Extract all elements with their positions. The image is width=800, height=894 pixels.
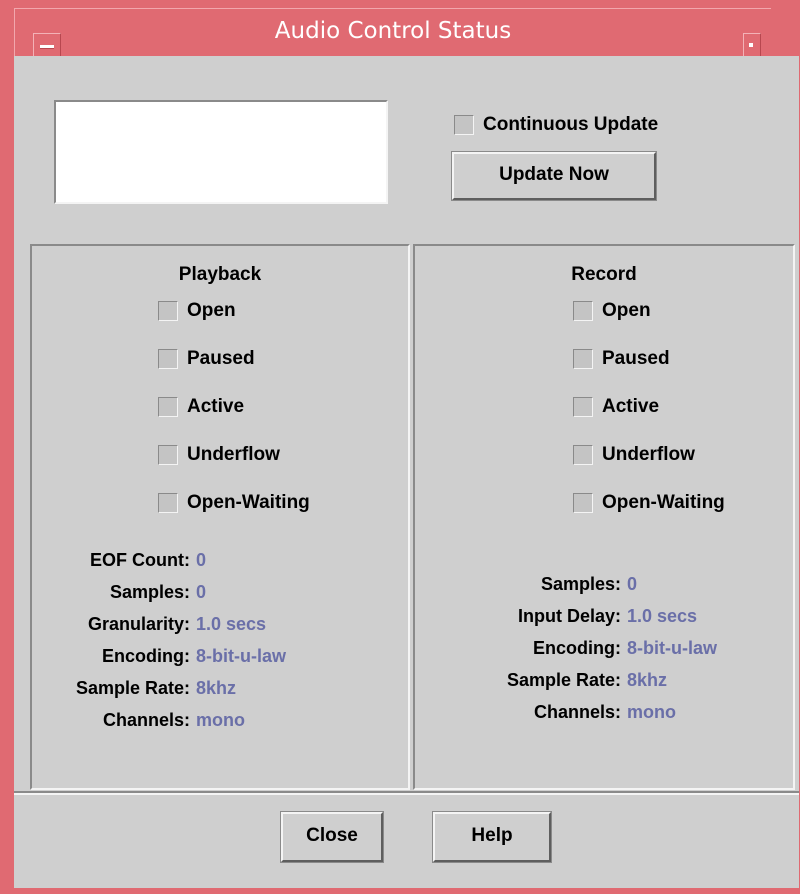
stat-row: Granularity: 1.0 secs — [32, 608, 286, 640]
continuous-update-checkbox[interactable]: Continuous Update — [454, 114, 658, 136]
stat-label: Samples: — [109, 581, 190, 602]
checkbox-label: Paused — [602, 348, 670, 369]
continuous-update-label: Continuous Update — [483, 114, 659, 135]
stat-label: Channels: — [102, 709, 190, 730]
checkbox-label: Open — [602, 300, 651, 321]
footer-divider — [14, 791, 799, 795]
checkbox-box[interactable] — [158, 493, 178, 513]
stat-row: Sample Rate: 8khz — [32, 672, 286, 704]
stat-value: 1.0 secs — [627, 605, 698, 626]
record-stats: Samples: 0 Input Delay: 1.0 secs Encodin… — [415, 568, 717, 728]
checkbox-box[interactable] — [158, 397, 178, 417]
checkbox-label: Active — [602, 396, 660, 417]
checkbox-label: Open-Waiting — [187, 492, 310, 513]
title-bar[interactable]: Audio Control Status — [14, 8, 771, 58]
playback-open-waiting-checkbox[interactable]: Open-Waiting — [158, 492, 310, 514]
stat-value: 0 — [196, 549, 207, 570]
stat-label: Input Delay: — [517, 605, 621, 626]
playback-panel: Playback Open Paused Active Underflow Op… — [30, 244, 410, 790]
playback-open-checkbox[interactable]: Open — [158, 300, 236, 322]
checkbox-box[interactable] — [573, 349, 593, 369]
checkbox-label: Open — [187, 300, 236, 321]
stat-label: Sample Rate: — [75, 677, 190, 698]
stat-label: Channels: — [533, 701, 621, 722]
help-button[interactable]: Help — [432, 811, 552, 863]
record-active-checkbox[interactable]: Active — [573, 396, 659, 418]
audio-control-window: Audio Control Status Continuous Update U… — [0, 0, 800, 894]
stat-row: Channels: mono — [415, 696, 717, 728]
checkbox-box[interactable] — [158, 301, 178, 321]
stat-row: Sample Rate: 8khz — [415, 664, 717, 696]
stat-value: mono — [627, 701, 676, 722]
stat-row: Input Delay: 1.0 secs — [415, 600, 717, 632]
stat-value: 8khz — [196, 677, 237, 698]
minimize-button[interactable] — [743, 33, 761, 57]
stat-row: Samples: 0 — [32, 576, 286, 608]
stat-label: Samples: — [540, 573, 621, 594]
checkbox-label: Active — [187, 396, 245, 417]
stat-value: 0 — [627, 573, 638, 594]
stat-row: Encoding: 8-bit-u-law — [32, 640, 286, 672]
stat-row: EOF Count: 0 — [32, 544, 286, 576]
stat-value: 8-bit-u-law — [196, 645, 286, 666]
checkbox-box[interactable] — [573, 493, 593, 513]
stat-label: Encoding: — [102, 645, 190, 666]
stat-value: 8khz — [627, 669, 668, 690]
checkbox-label: Underflow — [602, 444, 695, 465]
checkbox-box[interactable] — [573, 445, 593, 465]
stat-label: Encoding: — [533, 637, 621, 658]
stat-value: 0 — [196, 581, 207, 602]
stat-value: mono — [196, 709, 245, 730]
checkbox-label: Underflow — [187, 444, 280, 465]
record-underflow-checkbox[interactable]: Underflow — [573, 444, 695, 466]
checkbox-box[interactable] — [158, 349, 178, 369]
record-panel: Record Open Paused Active Underflow Open… — [413, 244, 795, 790]
playback-active-checkbox[interactable]: Active — [158, 396, 244, 418]
stat-row: Encoding: 8-bit-u-law — [415, 632, 717, 664]
checkbox-box[interactable] — [573, 397, 593, 417]
update-now-button[interactable]: Update Now — [451, 151, 657, 201]
checkbox-box[interactable] — [158, 445, 178, 465]
stat-row: Samples: 0 — [415, 568, 717, 600]
playback-stats: EOF Count: 0 Samples: 0 Granularity: 1.0… — [32, 544, 286, 736]
stat-label: EOF Count: — [90, 549, 190, 570]
stat-label: Sample Rate: — [506, 669, 621, 690]
record-open-checkbox[interactable]: Open — [573, 300, 651, 322]
checkbox-label: Open-Waiting — [602, 492, 725, 513]
playback-paused-checkbox[interactable]: Paused — [158, 348, 255, 370]
stat-value: 1.0 secs — [196, 613, 267, 634]
playback-underflow-checkbox[interactable]: Underflow — [158, 444, 280, 466]
checkbox-box[interactable] — [454, 115, 474, 135]
record-open-waiting-checkbox[interactable]: Open-Waiting — [573, 492, 725, 514]
window-title: Audio Control Status — [274, 18, 512, 44]
menu-bar-icon — [40, 45, 54, 49]
stat-label: Granularity: — [87, 613, 190, 634]
stat-row: Channels: mono — [32, 704, 286, 736]
checkbox-label: Paused — [187, 348, 255, 369]
checkbox-box[interactable] — [573, 301, 593, 321]
status-message-area — [54, 100, 388, 204]
record-title: Record — [571, 264, 637, 285]
minimize-icon — [749, 43, 753, 47]
playback-title: Playback — [178, 264, 262, 285]
record-paused-checkbox[interactable]: Paused — [573, 348, 670, 370]
close-button[interactable]: Close — [280, 811, 384, 863]
stat-value: 8-bit-u-law — [627, 637, 717, 658]
dialog-client-area: Continuous Update Update Now Playback Op… — [14, 56, 799, 888]
